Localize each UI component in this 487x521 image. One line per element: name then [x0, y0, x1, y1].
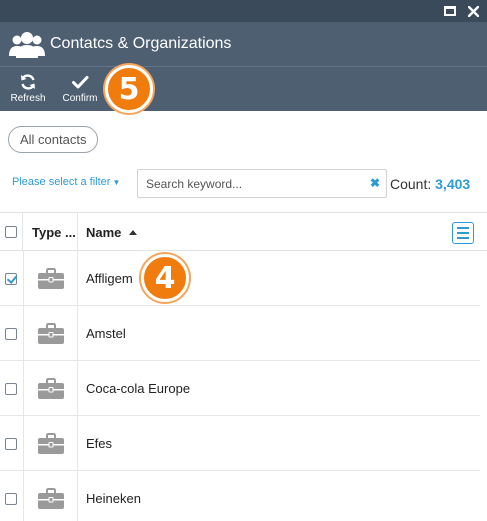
briefcase-icon	[38, 323, 64, 344]
row-type-cell	[23, 361, 78, 415]
step-badge-5: 5	[105, 65, 153, 113]
row-type-cell	[23, 306, 78, 360]
row-type-cell	[23, 471, 78, 521]
maximize-button[interactable]	[442, 3, 458, 19]
table-row[interactable]: Affligem	[0, 251, 480, 306]
search-box: ✖	[137, 169, 387, 198]
column-header-type[interactable]: Type ...	[23, 213, 78, 251]
record-count: Count: 3,403	[390, 176, 470, 192]
count-value: 3,403	[435, 176, 471, 192]
filter-dropdown[interactable]: Please select a filter ▼	[12, 176, 120, 188]
row-check-cell	[0, 251, 23, 305]
window-title: Contatcs & Organizations	[50, 35, 232, 52]
row-checkbox[interactable]	[5, 328, 17, 340]
confirm-label: Confirm	[62, 93, 98, 104]
close-button[interactable]	[465, 3, 481, 19]
window-titlebar	[0, 0, 487, 22]
contacts-window: Contatcs & Organizations Refresh Confirm…	[0, 0, 487, 521]
filter-dropdown-label: Please select a filter	[12, 176, 111, 188]
menu-line-icon	[457, 237, 469, 239]
row-type-cell	[23, 416, 78, 470]
clear-search-icon[interactable]: ✖	[370, 176, 380, 190]
row-type-cell	[23, 251, 78, 305]
refresh-label: Refresh	[10, 93, 46, 104]
maximize-icon	[444, 6, 456, 16]
briefcase-icon	[38, 268, 64, 289]
table-row[interactable]: Amstel	[0, 306, 480, 361]
window-header: Contatcs & Organizations	[0, 22, 487, 67]
row-check-cell	[0, 306, 23, 360]
table-header: Type ... Name	[0, 212, 487, 251]
contacts-group-icon	[9, 32, 45, 58]
row-name: Affligem	[86, 271, 133, 286]
close-icon	[467, 5, 479, 17]
menu-line-icon	[457, 232, 469, 234]
checkmark-icon	[72, 76, 89, 89]
row-name: Heineken	[86, 491, 141, 506]
briefcase-icon	[38, 433, 64, 454]
search-input[interactable]	[146, 176, 366, 192]
all-contacts-chip[interactable]: All contacts	[8, 126, 99, 153]
caret-down-icon: ▼	[112, 178, 121, 187]
row-check-cell	[0, 416, 23, 470]
table-row[interactable]: Efes	[0, 416, 480, 471]
column-menu-button[interactable]	[452, 222, 474, 244]
row-check-cell	[0, 361, 23, 415]
row-checkbox[interactable]	[5, 493, 17, 505]
row-check-cell	[0, 471, 23, 521]
sort-ascending-icon	[129, 230, 138, 235]
table-row[interactable]: Coca-cola Europe	[0, 361, 480, 416]
step-badge-4: 4	[141, 254, 189, 302]
row-checkbox[interactable]	[5, 438, 17, 450]
confirm-button[interactable]: Confirm	[60, 73, 100, 107]
row-checkbox[interactable]	[5, 273, 17, 285]
column-header-name[interactable]: Name	[78, 213, 378, 251]
toolbar: Refresh Confirm	[0, 67, 487, 111]
briefcase-icon	[38, 378, 64, 399]
row-name: Amstel	[86, 326, 126, 341]
row-checkbox[interactable]	[5, 383, 17, 395]
refresh-button[interactable]: Refresh	[8, 73, 48, 107]
row-name: Efes	[86, 436, 113, 451]
count-label: Count:	[390, 176, 432, 192]
column-header-name-label: Name	[86, 225, 122, 240]
select-all-checkbox[interactable]	[5, 226, 17, 238]
header-check-cell	[0, 213, 23, 251]
briefcase-icon	[38, 488, 64, 509]
row-name: Coca-cola Europe	[86, 381, 191, 396]
menu-line-icon	[457, 227, 469, 229]
table-row[interactable]: Heineken	[0, 471, 480, 521]
refresh-icon	[21, 74, 35, 90]
